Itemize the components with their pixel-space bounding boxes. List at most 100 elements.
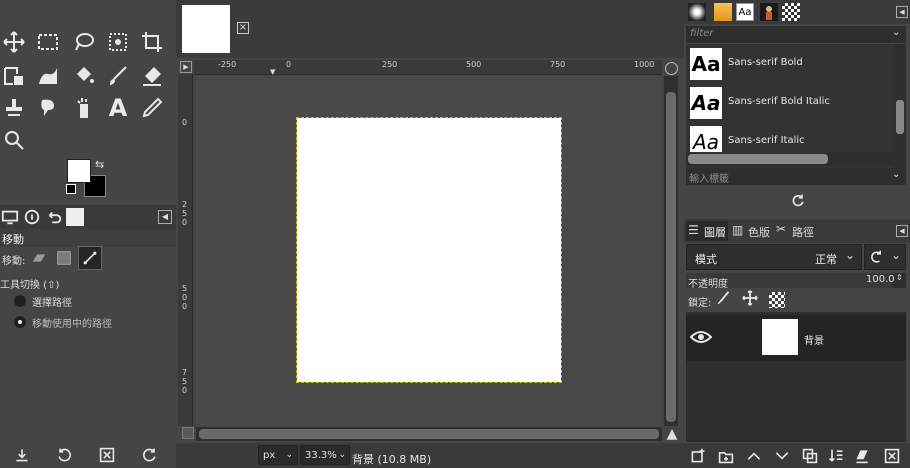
undo-history-tab-icon[interactable]	[44, 207, 64, 227]
tag-input[interactable]: 輸入標籤 ⌄	[686, 168, 906, 185]
navigate-icon[interactable]: ▲	[664, 426, 680, 442]
patterns-tab-icon[interactable]	[714, 3, 732, 21]
unit-dropdown[interactable]: px ⌄	[258, 445, 298, 465]
font-sample: Aa	[690, 87, 722, 119]
paintbrush-icon[interactable]	[104, 62, 132, 90]
bucket-fill-icon[interactable]	[70, 62, 98, 90]
new-layer-group-icon[interactable]	[716, 446, 736, 466]
layer-row[interactable]: 背景	[686, 315, 906, 361]
zoom-to-fit-icon[interactable]	[665, 62, 678, 75]
tab-menu-icon[interactable]: ◀	[896, 6, 908, 18]
option-move-active-path[interactable]: 移動使用中的路徑	[32, 315, 112, 330]
tag-placeholder: 輸入標籤	[689, 174, 729, 185]
tab-layers[interactable]: ☰ 圖層	[686, 221, 728, 241]
tab-layers-label: 圖層	[704, 226, 726, 239]
eraser-icon[interactable]	[138, 62, 166, 90]
font-item[interactable]: Aa Sans-serif Bold	[686, 45, 894, 83]
layer-mode-dropdown[interactable]: 模式 正常 ⌄	[686, 244, 862, 270]
font-list-hscrollbar[interactable]	[686, 152, 894, 166]
tab-menu-icon[interactable]: ◀	[158, 210, 172, 224]
ruler-h-label: -250	[218, 60, 237, 69]
smudge-icon[interactable]	[34, 94, 62, 122]
layer-mask-icon[interactable]	[852, 446, 872, 466]
lower-layer-icon[interactable]	[772, 446, 792, 466]
images-tab-icon[interactable]	[66, 208, 84, 226]
chevron-down-icon: ⌄	[892, 27, 901, 38]
tab-menu-icon[interactable]: ◀	[896, 225, 908, 237]
lock-pixels-icon[interactable]	[716, 290, 734, 308]
layer-name[interactable]: 背景	[804, 332, 824, 347]
right-top-tabbar: Aa ◀	[684, 0, 910, 24]
reset-colors-icon[interactable]	[66, 184, 76, 194]
color-picker-icon[interactable]	[138, 94, 166, 122]
close-image-icon[interactable]: ×	[237, 22, 249, 34]
lasso-icon[interactable]	[70, 28, 98, 56]
new-layer-icon[interactable]	[688, 446, 708, 466]
zoom-dropdown[interactable]: 33.3% ⌄	[300, 445, 350, 465]
layer-actions-bar	[684, 443, 910, 468]
tab-channels[interactable]: ▥ 色版	[730, 221, 772, 241]
radio-move-active-path[interactable]	[14, 316, 26, 328]
tool-options-tab-icon[interactable]	[0, 207, 20, 227]
move-path-icon[interactable]	[78, 246, 102, 270]
dodge-icon[interactable]	[70, 94, 98, 122]
font-item[interactable]: Aa Sans-serif Bold Italic	[686, 84, 894, 122]
document-history-tab-icon[interactable]	[760, 3, 778, 21]
raise-layer-icon[interactable]	[744, 446, 764, 466]
lock-position-icon[interactable]	[742, 290, 760, 308]
paths-tab-icon: ✂	[776, 222, 787, 236]
move-selection-icon[interactable]	[53, 248, 75, 268]
swap-colors-icon[interactable]: ⇆	[95, 158, 104, 171]
quick-mask-toggle-icon[interactable]: ▶	[180, 61, 192, 73]
font-filter-input[interactable]: filter ⌄	[686, 26, 906, 43]
text-icon[interactable]: A	[104, 94, 132, 122]
restore-tool-preset-icon[interactable]	[54, 445, 74, 465]
layers-tabbar: ☰ 圖層 ▥ 色版 ✂ 路徑 ◀	[684, 219, 910, 243]
canvas-corner	[182, 427, 194, 439]
mode-value: 正常	[815, 253, 837, 266]
fg-color-swatch[interactable]	[67, 159, 91, 183]
merge-layer-icon[interactable]	[826, 446, 846, 466]
duplicate-layer-icon[interactable]	[800, 446, 820, 466]
brushes-tab-icon[interactable]	[688, 3, 706, 21]
tab-paths[interactable]: ✂ 路徑	[774, 221, 820, 241]
tool-options-title: 移動	[2, 233, 24, 246]
crop-icon[interactable]	[138, 28, 166, 56]
channels-tab-icon: ▥	[732, 223, 744, 237]
move-mode-label: 移動:	[2, 256, 26, 267]
lock-alpha-icon[interactable]	[769, 292, 785, 308]
composite-mode-dropdown[interactable]: ⌄	[864, 244, 906, 270]
ruler-v-label: 7 5 0	[182, 368, 188, 395]
horizontal-scrollbar[interactable]	[196, 427, 662, 441]
rect-select-icon[interactable]	[34, 28, 62, 56]
refresh-fonts-icon[interactable]	[788, 191, 808, 211]
transform-icon[interactable]	[0, 62, 28, 90]
image-canvas[interactable]	[296, 117, 562, 383]
lock-label: 鎖定:	[688, 298, 712, 309]
zoom-icon[interactable]	[0, 126, 28, 154]
warp-icon[interactable]	[34, 62, 62, 90]
chevron-down-icon: ⌄	[891, 248, 902, 262]
delete-tool-preset-icon[interactable]	[97, 445, 117, 465]
spinner-icon[interactable]: ⇕	[896, 273, 903, 282]
option-select-path[interactable]: 選擇路徑	[32, 294, 72, 309]
opacity-slider[interactable]: 不透明度 100.0 ⇕	[686, 273, 906, 290]
vertical-scrollbar[interactable]	[664, 76, 678, 426]
clone-icon[interactable]	[0, 94, 28, 122]
fuzzy-select-icon[interactable]	[104, 28, 132, 56]
font-list-scrollbar[interactable]	[894, 44, 906, 168]
eye-icon[interactable]	[689, 329, 713, 345]
ruler-h-label: 1000	[634, 60, 655, 69]
fonts-tab-icon[interactable]: Aa	[736, 3, 754, 21]
font-name: Sans-serif Italic	[728, 135, 805, 146]
font-list: Aa Sans-serif Bold Aa Sans-serif Bold It…	[686, 44, 894, 168]
move-tool-icon[interactable]	[0, 28, 28, 56]
device-status-tab-icon[interactable]	[22, 207, 42, 227]
save-tool-preset-icon[interactable]	[12, 445, 32, 465]
reset-tool-options-icon[interactable]	[140, 445, 160, 465]
templates-tab-icon[interactable]	[782, 3, 800, 21]
move-layer-icon[interactable]	[28, 248, 50, 268]
image-thumbnail[interactable]	[182, 5, 230, 53]
radio-select-path[interactable]	[14, 295, 26, 307]
delete-layer-icon[interactable]	[882, 446, 902, 466]
